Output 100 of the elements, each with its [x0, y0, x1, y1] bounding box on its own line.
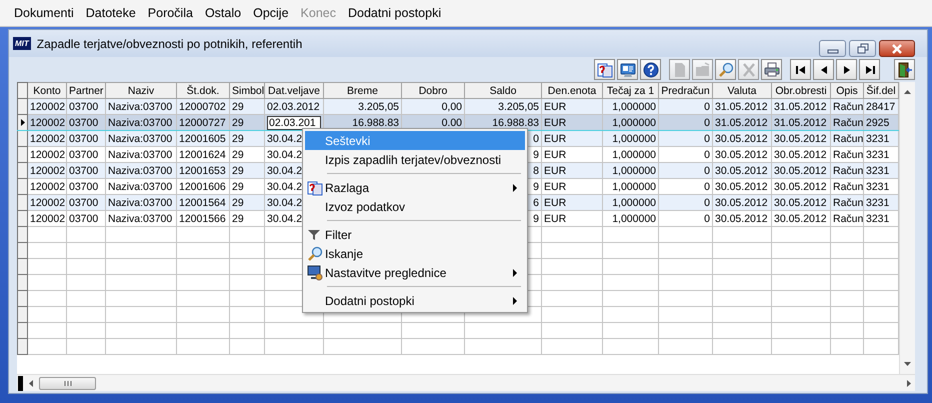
app-logo: MIT — [13, 37, 31, 50]
vertical-scrollbar[interactable] — [899, 82, 915, 374]
table-cell: EUR — [542, 194, 602, 210]
table-cell: 1,000000 — [602, 114, 658, 130]
table-cell: Naziva:03700 — [106, 114, 176, 130]
table-cell: 0 — [658, 162, 712, 178]
table-cell: Naziva:03700 — [106, 210, 176, 226]
table-cell: EUR — [542, 114, 602, 130]
restore-button[interactable] — [849, 40, 876, 57]
column-header[interactable]: Valuta — [712, 82, 772, 98]
table-cell: 30.05.2012 — [712, 162, 772, 178]
table-cell: 30.05.2012 — [712, 194, 772, 210]
search-icon — [718, 62, 734, 78]
table-cell: 12001566 — [176, 210, 230, 226]
table-cell: 28417 — [864, 98, 898, 114]
table-cell: Naziva:03700 — [106, 194, 176, 210]
menu-item[interactable]: Ostalo — [200, 6, 246, 20]
table-cell: 03700 — [66, 114, 106, 130]
table-cell: 120002 — [28, 114, 66, 130]
table-cell: 30.05.2012 — [772, 210, 830, 226]
column-header[interactable]: Dobro — [402, 82, 464, 98]
toolbar-button[interactable] — [617, 59, 638, 80]
scroll-thumb[interactable] — [39, 376, 96, 390]
table-cell: 30.05.2012 — [712, 210, 772, 226]
restore-icon — [856, 42, 868, 54]
table-cell: 12001564 — [176, 194, 230, 210]
menu-item[interactable]: Opcije — [249, 6, 293, 20]
toolbar-button[interactable] — [836, 59, 857, 80]
column-header[interactable]: Št.dok. — [176, 82, 230, 98]
table-cell: 31.05.2012 — [712, 98, 772, 114]
column-header[interactable]: Den.enota — [542, 82, 602, 98]
column-header[interactable]: Saldo — [464, 82, 542, 98]
printer-icon — [764, 62, 780, 78]
toolbar-button[interactable] — [894, 59, 915, 80]
column-header[interactable]: Naziv — [106, 82, 176, 98]
menu-item[interactable]: Datoteke — [82, 6, 140, 20]
column-header[interactable]: Dat.veljave — [264, 82, 324, 98]
toolbar-button[interactable] — [761, 59, 782, 80]
table-cell: 03700 — [66, 98, 106, 114]
table-cell: 3.205,05 — [464, 98, 542, 114]
column-header[interactable]: Obr.obresti — [772, 82, 830, 98]
table-cell: 30.05.2012 — [772, 194, 830, 210]
table-cell: EUR — [542, 130, 602, 146]
horizontal-scrollbar[interactable] — [17, 374, 915, 391]
table-cell: 2925 — [864, 114, 898, 130]
position-marker — [18, 376, 23, 390]
table-cell: 03700 — [66, 210, 106, 226]
search-icon — [307, 246, 323, 262]
table-cell: 29 — [230, 162, 264, 178]
table-cell: 0 — [658, 194, 712, 210]
table-cell: 29 — [230, 130, 264, 146]
table-cell: 29 — [230, 194, 264, 210]
column-header[interactable]: Partner — [66, 82, 106, 98]
toolbar-button[interactable] — [859, 59, 880, 80]
menu-item[interactable]: Poročila — [144, 6, 197, 20]
table-cell: 1,000000 — [602, 162, 658, 178]
menu-item[interactable]: Iskanje — [305, 244, 525, 263]
table-cell: EUR — [542, 210, 602, 226]
column-header[interactable]: Breme — [324, 82, 402, 98]
menu-item[interactable]: Dodatni postopki — [305, 291, 525, 310]
table-cell: 1,000000 — [602, 210, 658, 226]
menu-item[interactable]: Dokumenti — [10, 6, 78, 20]
table-cell: EUR — [542, 98, 602, 114]
table-cell: 31.05.2012 — [712, 114, 772, 130]
table-cell: 1,000000 — [602, 98, 658, 114]
folder-icon — [694, 62, 710, 78]
menu-item[interactable]: Nastavitve preglednice — [305, 263, 525, 282]
toolbar-button[interactable] — [640, 59, 661, 80]
column-header[interactable]: Simbol — [230, 82, 264, 98]
table-cell: Račun — [830, 194, 864, 210]
column-header[interactable]: Tečaj za 1 — [602, 82, 658, 98]
minimize-button[interactable] — [819, 40, 846, 57]
column-header[interactable]: Šif.del — [864, 82, 898, 98]
column-header[interactable]: Opis — [830, 82, 864, 98]
table-cell: 12000727 — [176, 114, 230, 130]
table-cell: 03700 — [66, 194, 106, 210]
id-card-icon — [620, 62, 636, 78]
table-cell: 31.05.2012 — [772, 98, 830, 114]
table-cell: 120002 — [28, 130, 66, 146]
menu-item[interactable]: Filter — [305, 225, 525, 244]
table-cell: 12001653 — [176, 162, 230, 178]
date-input-field[interactable]: 02.03.201 — [267, 116, 321, 130]
toolbar-button[interactable] — [790, 59, 811, 80]
help-window-icon — [307, 180, 323, 196]
table-cell: 30.05.2012 — [712, 130, 772, 146]
table-cell: 0,00 — [402, 98, 464, 114]
table-cell: 12001605 — [176, 130, 230, 146]
table-cell: 29 — [230, 210, 264, 226]
table-cell: 30.05.2012 — [772, 162, 830, 178]
column-header[interactable]: Predračun — [658, 82, 712, 98]
submenu-arrow-icon — [511, 296, 519, 304]
toolbar-button[interactable] — [813, 59, 834, 80]
menu-item[interactable]: Dodatni postopki — [344, 6, 446, 20]
column-header[interactable]: Konto — [28, 82, 66, 98]
table-cell: 0 — [658, 98, 712, 114]
close-button[interactable] — [879, 40, 915, 57]
table-cell: 3.205,05 — [324, 98, 402, 114]
table-cell: 3231 — [864, 162, 898, 178]
submenu-arrow-icon — [511, 184, 519, 192]
exit-door-icon — [896, 62, 912, 78]
